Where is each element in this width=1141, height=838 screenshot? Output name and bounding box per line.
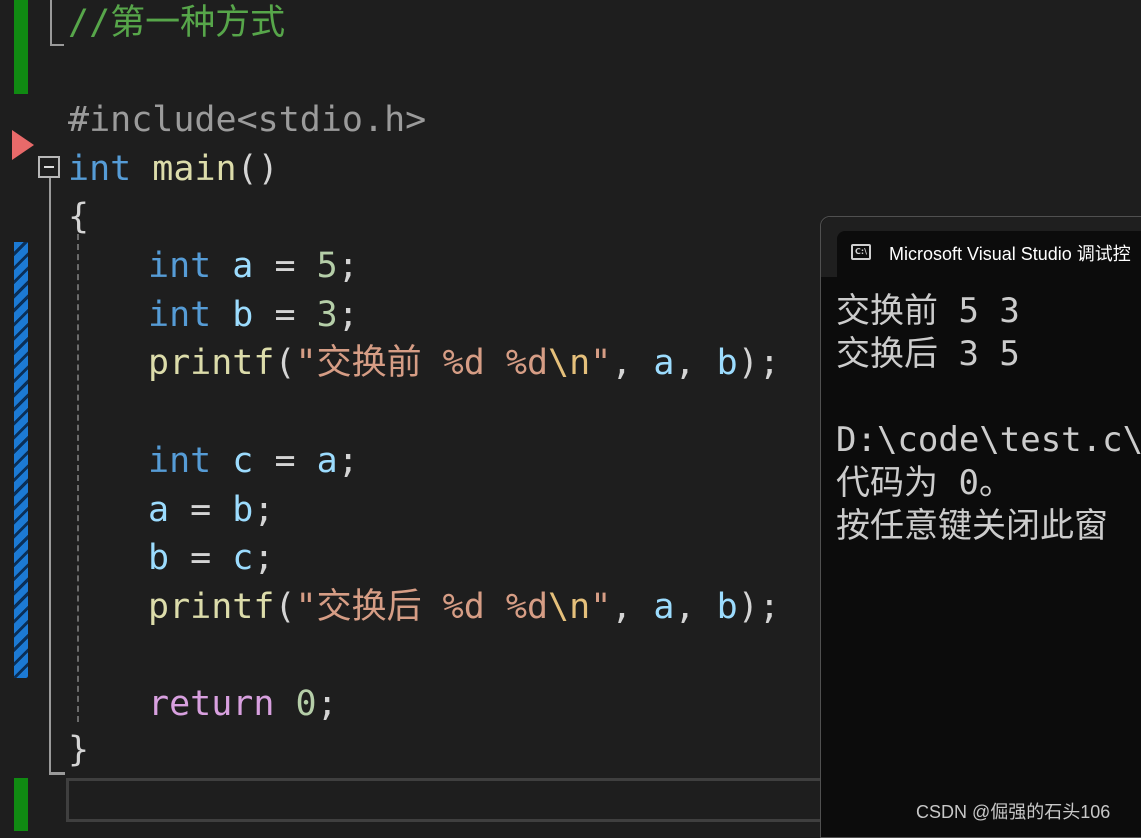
decl-type: int	[148, 441, 212, 481]
code-line-10[interactable]: int c = a;	[148, 437, 359, 485]
semicolon: ;	[253, 490, 275, 530]
var-a: a	[316, 441, 338, 481]
open-brace: {	[68, 197, 90, 237]
code-line-7[interactable]: int b = 3;	[148, 291, 359, 339]
string-close-quote: "	[590, 587, 612, 627]
printf-call: printf	[148, 343, 275, 383]
outline-guide-main-end	[49, 772, 65, 775]
arg-b: b	[716, 343, 738, 383]
format-string-2: "交换后 %d %d	[295, 587, 549, 627]
arg-b: b	[716, 587, 738, 627]
format-string-1: "交换前 %d %d	[295, 343, 549, 383]
code-line-4[interactable]: int main()	[68, 145, 279, 193]
string-close-quote: "	[590, 343, 612, 383]
code-line-6[interactable]: int a = 5;	[148, 242, 359, 290]
return-value: 0	[295, 684, 317, 724]
arg-a: a	[653, 587, 675, 627]
outline-guide-comment-end	[50, 44, 64, 46]
include-directive: #include	[68, 100, 237, 140]
code-line-5[interactable]: {	[68, 193, 89, 241]
semicolon: ;	[758, 587, 780, 627]
var-c: c	[232, 538, 254, 578]
console-output-line: 按任意键关闭此窗	[836, 506, 1108, 546]
paren-close: )	[737, 343, 759, 383]
close-brace: }	[68, 730, 90, 770]
terminal-icon: C:\	[851, 244, 871, 260]
return-keyword: return	[148, 684, 275, 724]
newline-escape: \n	[548, 587, 591, 627]
semicolon: ;	[337, 295, 359, 335]
var-b: b	[148, 538, 170, 578]
main-parens: ()	[236, 149, 279, 189]
code-line-3[interactable]: #include<stdio.h>	[68, 96, 426, 144]
console-title-bar[interactable]: C:\ Microsoft Visual Studio 调试控	[821, 217, 1141, 277]
value-b: 3	[316, 295, 338, 335]
current-line-highlight[interactable]	[66, 778, 826, 822]
assign-op: =	[253, 441, 317, 481]
include-header: <stdio.h>	[236, 100, 427, 140]
breakpoint-arrow-icon[interactable]	[12, 130, 34, 160]
code-line-12[interactable]: b = c;	[148, 534, 274, 582]
newline-escape: \n	[548, 343, 591, 383]
semicolon: ;	[337, 246, 359, 286]
console-output-line: 交换后 3 5	[836, 334, 1020, 374]
code-line-16[interactable]: }	[68, 726, 89, 774]
semicolon: ;	[316, 684, 338, 724]
outline-guide-comment	[50, 0, 52, 46]
comma: ,	[674, 343, 717, 383]
code-line-13[interactable]: printf("交换后 %d %d\n", a, b);	[148, 583, 780, 631]
console-output-line: D:\code\test.c\	[836, 420, 1141, 460]
change-indicator-saved-bottom	[14, 778, 28, 831]
decl-type: int	[148, 246, 212, 286]
assign-op: =	[169, 538, 233, 578]
code-line-15[interactable]: return 0;	[148, 680, 338, 728]
comma: ,	[674, 587, 717, 627]
indent-guide	[77, 234, 79, 722]
printf-call: printf	[148, 587, 275, 627]
change-indicator-saved	[14, 0, 28, 94]
paren-close: )	[737, 587, 759, 627]
code-line-8[interactable]: printf("交换前 %d %d\n", a, b);	[148, 339, 780, 387]
value-a: 5	[316, 246, 338, 286]
outline-guide-main	[49, 178, 51, 774]
semicolon: ;	[758, 343, 780, 383]
assign-op: =	[253, 295, 317, 335]
paren-open: (	[274, 587, 296, 627]
var-b: b	[232, 295, 254, 335]
var-b: b	[232, 490, 254, 530]
semicolon: ;	[337, 441, 359, 481]
change-indicator-unsaved	[14, 242, 28, 678]
console-tab[interactable]: C:\ Microsoft Visual Studio 调试控	[837, 231, 1141, 277]
main-function-name: main	[152, 149, 237, 189]
paren-open: (	[274, 343, 296, 383]
main-return-type: int	[68, 149, 132, 189]
code-line-1[interactable]: //第一种方式	[68, 0, 285, 47]
watermark: CSDN @倔强的石头106	[916, 802, 1111, 822]
code-line-11[interactable]: a = b;	[148, 486, 274, 534]
var-c: c	[232, 441, 254, 481]
collapse-toggle-icon[interactable]	[38, 156, 60, 178]
console-output-line: 代码为 0。	[836, 463, 1013, 503]
comment-text: //第一种方式	[68, 3, 286, 43]
comma: ,	[611, 587, 654, 627]
arg-a: a	[653, 343, 675, 383]
assign-op: =	[169, 490, 233, 530]
var-a: a	[148, 490, 170, 530]
debug-console-window[interactable]: C:\ Microsoft Visual Studio 调试控 交换前 5 3 …	[820, 216, 1141, 838]
var-a: a	[232, 246, 254, 286]
console-title: Microsoft Visual Studio 调试控	[889, 244, 1131, 264]
console-output-line: 交换前 5 3	[836, 291, 1020, 331]
decl-type: int	[148, 295, 212, 335]
assign-op: =	[253, 246, 317, 286]
semicolon: ;	[253, 538, 275, 578]
comma: ,	[611, 343, 654, 383]
